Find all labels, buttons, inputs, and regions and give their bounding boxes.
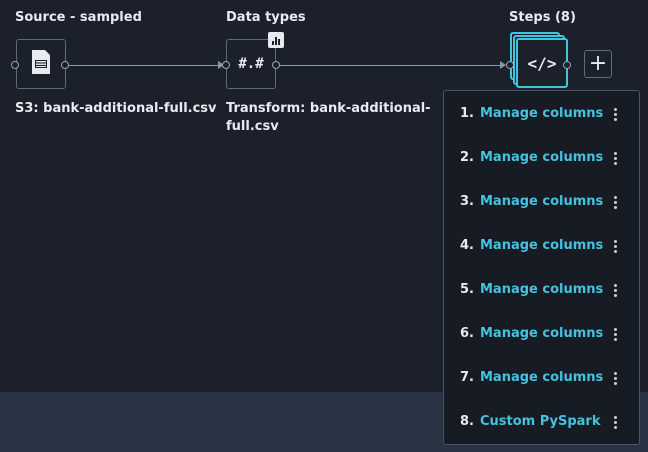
data-types-node-label: Transform: bank-additional- full.csv [226, 100, 431, 136]
step-number: 2. [460, 150, 474, 165]
more-options-icon[interactable] [609, 106, 621, 122]
data-types-glyph: #.# [238, 56, 264, 72]
step-item[interactable]: 6. Manage columns [444, 312, 639, 356]
step-item[interactable]: 3. Manage columns [444, 180, 639, 224]
step-link[interactable]: Manage columns [480, 312, 603, 356]
data-types-input-port[interactable] [222, 61, 230, 69]
bar-chart-icon[interactable] [268, 32, 284, 48]
more-options-icon[interactable] [609, 414, 621, 430]
step-item[interactable]: 4. Manage columns [444, 224, 639, 268]
steps-input-port[interactable] [506, 61, 514, 69]
more-options-icon[interactable] [609, 238, 621, 254]
step-number: 5. [460, 282, 474, 297]
source-node-title: Source - sampled [15, 10, 142, 25]
step-number: 3. [460, 194, 474, 209]
source-output-port[interactable] [61, 61, 69, 69]
more-options-icon[interactable] [609, 282, 621, 298]
more-options-icon[interactable] [609, 194, 621, 210]
connector-line [69, 65, 219, 66]
source-node-label: S3: bank-additional-full.csv [15, 101, 217, 116]
step-item[interactable]: 2. Manage columns [444, 136, 639, 180]
step-link[interactable]: Manage columns [480, 180, 603, 224]
steps-output-port[interactable] [563, 61, 571, 69]
data-types-node-title: Data types [226, 10, 306, 25]
more-options-icon[interactable] [609, 150, 621, 166]
csv-file-icon [30, 49, 52, 79]
step-link[interactable]: Manage columns [480, 92, 603, 136]
data-types-label-line2: full.csv [226, 119, 279, 134]
step-number: 4. [460, 238, 474, 253]
data-types-label-line1: Transform: bank-additional- [226, 101, 431, 116]
add-step-button[interactable]: + [584, 50, 612, 78]
step-item[interactable]: 5. Manage columns [444, 268, 639, 312]
code-icon: </> [527, 53, 557, 73]
steps-list-panel: 1. Manage columns 2. Manage columns 3. M… [443, 90, 640, 445]
step-item[interactable]: 1. Manage columns [444, 92, 639, 136]
step-number: 8. [460, 414, 474, 429]
step-number: 6. [460, 326, 474, 341]
more-options-icon[interactable] [609, 326, 621, 342]
step-link[interactable]: Manage columns [480, 136, 603, 180]
step-number: 1. [460, 106, 474, 121]
steps-node[interactable]: </> [516, 38, 568, 88]
connector-line [280, 65, 501, 66]
source-node[interactable] [16, 39, 66, 89]
plus-icon: + [588, 51, 608, 76]
step-item[interactable]: 7. Manage columns [444, 356, 639, 400]
step-link[interactable]: Manage columns [480, 356, 603, 400]
step-link[interactable]: Custom PySpark [480, 400, 601, 444]
data-types-output-port[interactable] [272, 61, 280, 69]
step-link[interactable]: Manage columns [480, 224, 603, 268]
source-input-port[interactable] [11, 61, 19, 69]
steps-node-title: Steps (8) [509, 10, 576, 25]
step-link[interactable]: Manage columns [480, 268, 603, 312]
more-options-icon[interactable] [609, 370, 621, 386]
step-item[interactable]: 8. Custom PySpark [444, 400, 639, 444]
step-number: 7. [460, 370, 474, 385]
